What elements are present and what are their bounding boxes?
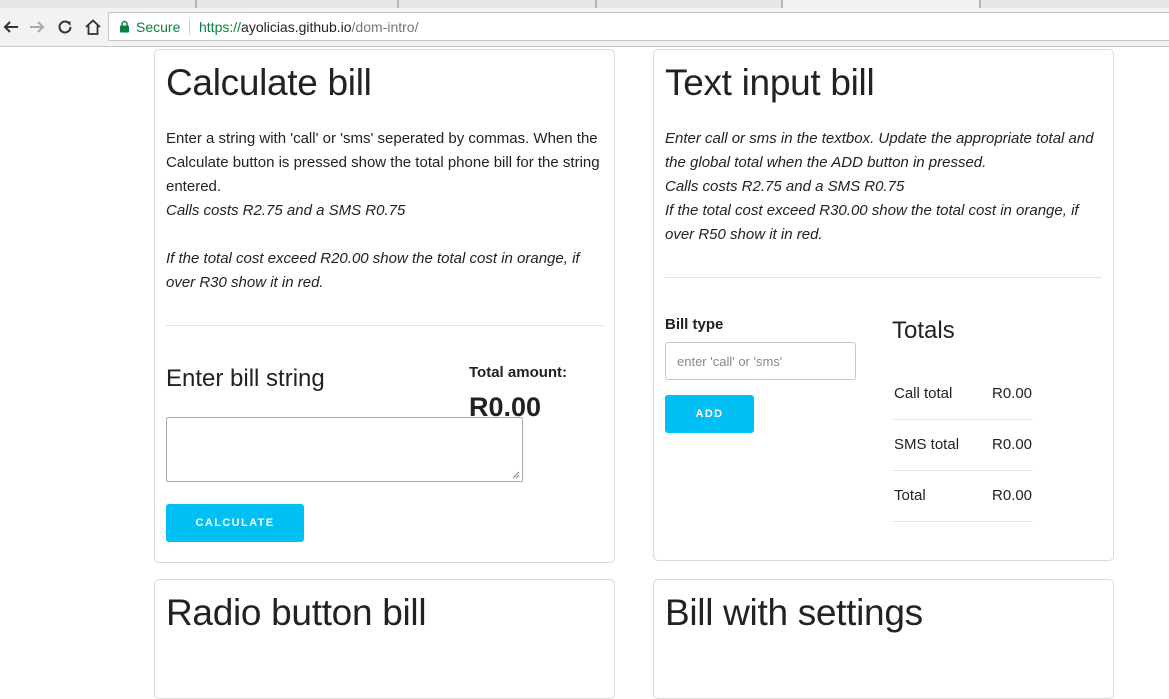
url-path: /dom-intro/ [351, 18, 419, 35]
total-amount-value: R0.00 [469, 392, 542, 422]
totals-row-sms: SMS total R0.00 [893, 420, 1033, 471]
call-total-label: Call total [894, 385, 953, 402]
browser-tab[interactable] [0, 0, 196, 8]
calculate-bill-instructions: Enter a string with 'call' or 'sms' sepe… [166, 130, 600, 195]
calculate-bill-costs: Calls costs R2.75 and a SMS R0.75 [166, 202, 406, 219]
text-input-bill-title: Text input bill [665, 62, 875, 103]
forward-button[interactable] [26, 16, 48, 38]
text-input-bill-card [653, 49, 1114, 561]
text-input-bill-costs: Calls costs R2.75 and a SMS R0.75 [665, 178, 905, 195]
browser-tab[interactable] [596, 0, 782, 8]
back-button[interactable] [0, 16, 22, 38]
lock-icon [120, 20, 129, 33]
reload-button[interactable] [54, 16, 76, 38]
bill-type-label: Bill type [665, 316, 724, 333]
totals-heading: Totals [892, 317, 955, 344]
address-bar[interactable]: Secure https://ayolicias.github.io/dom-i… [108, 12, 1169, 41]
grand-total-label: Total [894, 487, 926, 504]
browser-tab[interactable] [196, 0, 398, 8]
resize-grip-icon[interactable] [512, 471, 520, 479]
home-button[interactable] [82, 16, 104, 38]
bill-with-settings-title: Bill with settings [665, 592, 923, 633]
text-input-bill-rule: If the total cost exceed R30.00 show the… [665, 202, 1079, 243]
enter-bill-string-heading: Enter bill string [166, 365, 325, 392]
call-total-value: R0.00 [992, 385, 1033, 402]
arrow-left-icon [3, 21, 18, 33]
text-input-divider [665, 277, 1102, 278]
calculate-divider [166, 325, 603, 326]
bill-type-input[interactable]: enter 'call' or 'sms' [665, 342, 856, 380]
url-text[interactable]: https://ayolicias.github.io/dom-intro/ [199, 13, 418, 40]
reload-icon [58, 20, 72, 34]
secure-label: Secure [136, 18, 181, 35]
browser-toolbar: Secure https://ayolicias.github.io/dom-i… [0, 8, 1169, 47]
add-button[interactable]: ADD [665, 395, 754, 433]
total-amount-label: Total amount: [469, 364, 568, 381]
calculate-bill-title: Calculate bill [166, 62, 372, 103]
secure-indicator[interactable]: Secure [119, 13, 180, 40]
radio-button-bill-title: Radio button bill [166, 592, 427, 633]
calculate-button[interactable]: CALCULATE [166, 504, 304, 542]
browser-tab[interactable] [980, 0, 1169, 8]
url-host: ayolicias.github.io [241, 18, 352, 35]
text-input-bill-instructions: Enter call or sms in the textbox. Update… [665, 130, 1094, 171]
home-icon [85, 19, 101, 35]
bill-string-textarea[interactable] [166, 417, 523, 482]
tab-strip [0, 0, 1169, 8]
calculate-bill-rule: If the total cost exceed R20.00 show the… [166, 250, 580, 291]
text-input-bill-description: Enter call or sms in the textbox. Update… [665, 127, 1105, 247]
arrow-right-icon [30, 21, 45, 33]
calculate-bill-description: Enter a string with 'call' or 'sms' sepe… [166, 127, 606, 295]
totals-row-call: Call total R0.00 [893, 369, 1033, 420]
browser-tab[interactable] [398, 0, 596, 8]
sms-total-label: SMS total [894, 436, 960, 453]
bill-type-placeholder: enter 'call' or 'sms' [677, 353, 783, 369]
url-scheme: https:// [199, 18, 242, 35]
address-separator [189, 19, 190, 35]
browser-tab-active[interactable] [782, 0, 980, 8]
sms-total-value: R0.00 [992, 436, 1033, 453]
grand-total-value: R0.00 [992, 487, 1033, 504]
totals-row-total: Total R0.00 [893, 471, 1033, 522]
